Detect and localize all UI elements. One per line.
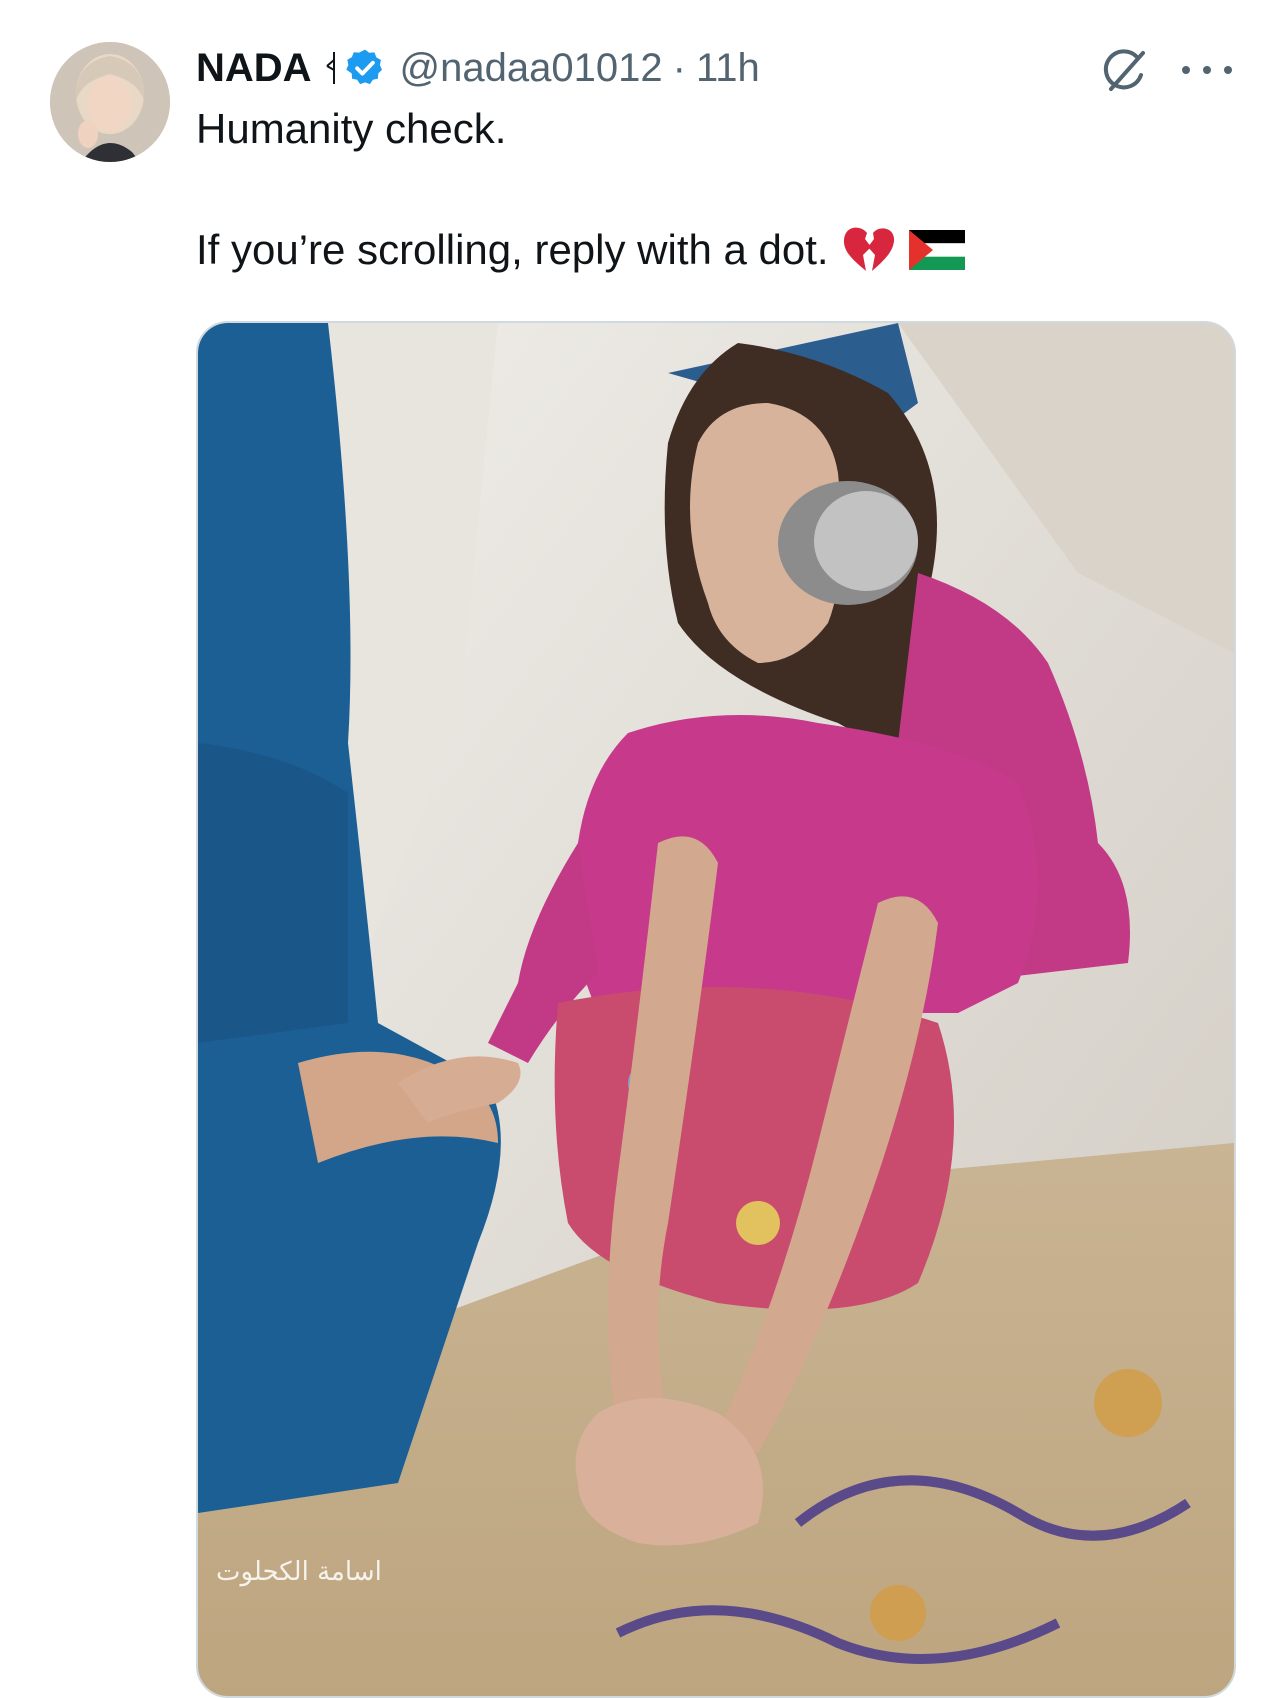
avatar-image (50, 42, 170, 162)
author-handle[interactable]: @nadaa01012 (400, 46, 663, 91)
photo-watermark: اسامة الكحلوت (216, 1557, 382, 1587)
grok-icon[interactable] (1096, 42, 1154, 100)
sword-icon (324, 50, 338, 86)
palestine-flag-icon (908, 230, 965, 270)
broken-heart-icon (841, 225, 897, 275)
tweet-text-line-1: Humanity check. (196, 105, 507, 152)
tweet-header: NADA @nadaa01012 · 11h (196, 40, 760, 96)
author-name[interactable]: NADA (196, 46, 312, 91)
tweet[interactable]: NADA @nadaa01012 · 11h Humanity check. I… (0, 0, 1284, 1698)
verified-badge-icon[interactable] (344, 47, 386, 89)
photo-illustration (198, 323, 1234, 1696)
tweet-text-line-2-text: If you’re scrolling, reply with a dot. (196, 226, 829, 273)
more-options-icon[interactable] (1182, 50, 1232, 90)
tweet-media-photo[interactable]: اسامة الكحلوت (196, 321, 1236, 1698)
separator: · (672, 45, 686, 90)
tweet-text-line-2: If you’re scrolling, reply with a dot. (196, 225, 965, 275)
timestamp[interactable]: 11h (696, 46, 760, 91)
avatar[interactable] (50, 42, 170, 162)
